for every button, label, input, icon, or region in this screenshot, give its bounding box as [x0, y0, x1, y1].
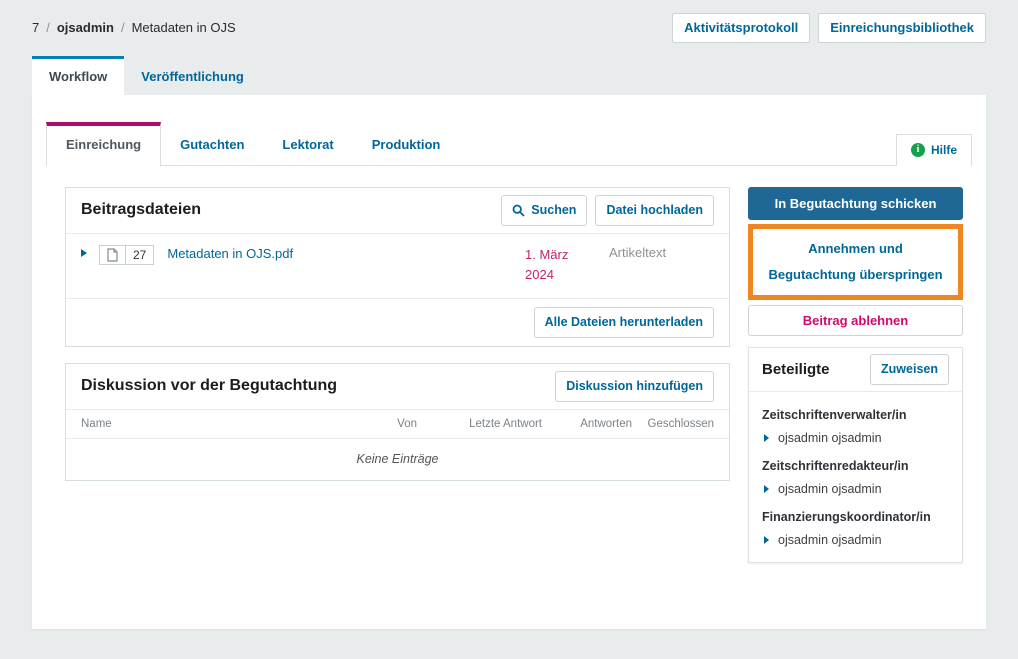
submission-files-panel: Beitragsdateien Suchen Datei hochladen — [65, 187, 730, 347]
breadcrumb-separator: / — [46, 20, 50, 35]
tab-publication[interactable]: Veröffentlichung — [124, 59, 261, 95]
tab-production-stage[interactable]: Produktion — [353, 123, 460, 165]
expand-arrow-icon — [764, 434, 769, 442]
participant-item[interactable]: ojsadmin ojsadmin — [762, 524, 949, 549]
decline-submission-button[interactable]: Beitrag ablehnen — [748, 305, 963, 336]
main-tab-bar: Workflow Veröffentlichung — [32, 56, 986, 95]
submission-library-button[interactable]: Einreichungsbibliothek — [818, 13, 986, 43]
upload-file-button[interactable]: Datei hochladen — [595, 195, 714, 226]
accept-and-skip-review-button[interactable]: Annehmen und Begutachtung überspringen — [753, 229, 958, 295]
file-id: 27 — [125, 246, 153, 264]
file-meta: 1. März 2024 Artikeltext — [525, 245, 714, 285]
submission-files-actions: Suchen Datei hochladen — [501, 195, 714, 226]
right-column: In Begutachtung schicken Annehmen und Be… — [748, 187, 963, 563]
breadcrumb-author: ojsadmin — [57, 20, 114, 35]
activity-log-button[interactable]: Aktivitätsprotokoll — [672, 13, 810, 43]
discussions-table-header: Name Von Letzte Antwort Antworten Geschl… — [66, 410, 729, 439]
participants-panel: Beteiligte Zuweisen Zeitschriftenverwalt… — [748, 347, 963, 563]
column-closed: Geschlossen — [632, 418, 714, 430]
expand-arrow-icon — [764, 536, 769, 544]
submission-files-header: Beitragsdateien Suchen Datei hochladen — [66, 188, 729, 234]
help-button[interactable]: i Hilfe — [896, 134, 972, 166]
column-last-reply: Letzte Antwort — [417, 418, 542, 430]
add-discussion-button[interactable]: Diskussion hinzufügen — [555, 371, 714, 402]
participant-role: Finanzierungskoordinator/in — [762, 510, 949, 524]
left-column: Beitragsdateien Suchen Datei hochladen — [65, 187, 730, 563]
page: 7 / ojsadmin / Metadaten in OJS Aktivitätspr… — [0, 0, 1018, 629]
pdf-file-icon — [100, 246, 125, 264]
file-row: 27 Metadaten in OJS.pdf 1. März 2024 Art… — [66, 234, 729, 299]
workflow-panel: Einreichung Gutachten Lektorat Produktio… — [32, 95, 986, 629]
participant-item[interactable]: ojsadmin ojsadmin — [762, 422, 949, 447]
tab-copyediting-stage[interactable]: Lektorat — [263, 123, 352, 165]
participant-role: Zeitschriftenverwalter/in — [762, 408, 949, 422]
stage-content: Beitragsdateien Suchen Datei hochladen — [32, 166, 986, 563]
assign-button[interactable]: Zuweisen — [870, 354, 949, 385]
participant-role: Zeitschriftenredakteur/in — [762, 459, 949, 473]
search-button-label: Suchen — [531, 203, 576, 218]
help-label: Hilfe — [931, 143, 957, 157]
column-from: Von — [322, 418, 417, 430]
expand-arrow-icon[interactable] — [81, 249, 87, 257]
tab-submission-stage[interactable]: Einreichung — [46, 122, 161, 166]
top-bar: 7 / ojsadmin / Metadaten in OJS Aktivitätspr… — [32, 0, 986, 43]
file-genre: Artikeltext — [609, 245, 714, 285]
file-id-chip: 27 — [99, 245, 154, 265]
column-replies: Antworten — [542, 418, 632, 430]
discussions-title: Diskussion vor der Begutachtung — [81, 377, 337, 395]
breadcrumb-title: Metadaten in OJS — [132, 20, 236, 35]
participant-name: ojsadmin ojsadmin — [778, 482, 882, 496]
discussions-empty-state: Keine Einträge — [66, 439, 729, 480]
participants-header: Beteiligte Zuweisen — [749, 348, 962, 392]
highlight-annotation: Annehmen und Begutachtung überspringen — [748, 224, 963, 300]
breadcrumb-id: 7 — [32, 20, 39, 35]
submission-files-footer: Alle Dateien herunterladen — [66, 299, 729, 346]
participant-item[interactable]: ojsadmin ojsadmin — [762, 473, 949, 498]
file-date: 1. März 2024 — [525, 245, 585, 285]
participants-title: Beteiligte — [762, 361, 830, 378]
participants-list: Zeitschriftenverwalter/in ojsadmin ojsad… — [749, 392, 962, 562]
info-icon: i — [911, 143, 925, 157]
breadcrumb-separator: / — [121, 20, 125, 35]
participant-name: ojsadmin ojsadmin — [778, 431, 882, 445]
header-actions: Aktivitätsprotokoll Einreichungsbiblioth… — [672, 13, 986, 43]
file-name-link[interactable]: Metadaten in OJS.pdf — [167, 246, 293, 261]
tab-review-stage[interactable]: Gutachten — [161, 123, 263, 165]
search-icon — [512, 204, 525, 217]
column-name: Name — [81, 418, 322, 430]
expand-arrow-icon — [764, 485, 769, 493]
pre-review-discussions-panel: Diskussion vor der Begutachtung Diskussi… — [65, 363, 730, 481]
participant-name: ojsadmin ojsadmin — [778, 533, 882, 547]
download-all-files-button[interactable]: Alle Dateien herunterladen — [534, 307, 714, 338]
breadcrumb: 7 / ojsadmin / Metadaten in OJS — [32, 20, 236, 35]
tab-workflow[interactable]: Workflow — [32, 56, 124, 95]
send-to-review-button[interactable]: In Begutachtung schicken — [748, 187, 963, 220]
discussions-header: Diskussion vor der Begutachtung Diskussi… — [66, 364, 729, 410]
stage-tab-bar: Einreichung Gutachten Lektorat Produktio… — [46, 95, 972, 166]
search-button[interactable]: Suchen — [501, 195, 587, 226]
submission-files-title: Beitragsdateien — [81, 201, 201, 219]
